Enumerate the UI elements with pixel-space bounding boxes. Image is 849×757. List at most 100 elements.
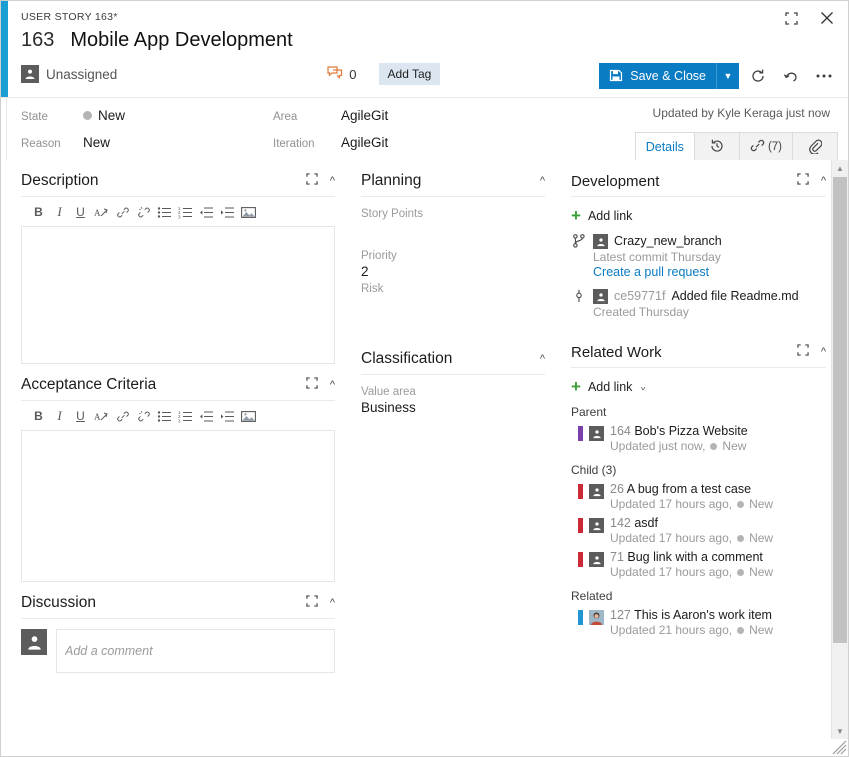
italic-icon[interactable]: I [50,203,69,221]
add-comment-input[interactable] [56,629,335,673]
bullet-list-icon[interactable] [155,203,174,221]
bullet-list-icon[interactable] [155,407,174,425]
related-work-item[interactable]: 26 A bug from a test case Updated 17 hou… [571,482,826,511]
reason-field[interactable]: Reason New [21,135,110,150]
value-area-field[interactable]: Value area Business [361,375,545,417]
outdent-icon[interactable] [197,407,216,425]
state-field[interactable]: State New [21,108,125,123]
maximize-icon[interactable] [780,7,802,29]
unlink-icon[interactable] [134,203,153,221]
story-points-label: Story Points [361,208,423,220]
discussion-count[interactable]: 0 [327,65,357,83]
collapse-chevron-up-icon[interactable]: ^ [330,379,335,391]
related-work-item-title[interactable]: Bob's Pizza Website [634,424,747,438]
development-add-link-button[interactable]: + Add link [571,197,826,224]
create-pull-request-link[interactable]: Create a pull request [593,265,826,279]
underline-icon[interactable]: U [71,407,90,425]
numbered-list-icon[interactable]: 123 [176,407,195,425]
refresh-icon[interactable] [744,63,772,89]
development-branch-name[interactable]: Crazy_new_branch [614,234,722,248]
related-work-item-title[interactable]: This is Aaron's work item [634,608,772,622]
development-branch-item[interactable]: Crazy_new_branch Latest commit Thursday … [571,232,826,279]
related-work-item-line: 26 A bug from a test case [610,482,826,496]
area-label: Area [273,111,298,123]
acceptance-criteria-input[interactable] [21,430,335,582]
development-commit-message[interactable]: Added file Readme.md [671,289,798,303]
expand-icon[interactable] [306,594,318,612]
related-work-item-updated: Updated 17 hours ago, [610,497,733,511]
related-work-item-title[interactable]: Bug link with a comment [627,550,762,564]
updated-by-text: Updated by Kyle Keraga just now [652,106,830,120]
expand-icon[interactable] [797,343,809,361]
collapse-chevron-up-icon[interactable]: ^ [330,597,335,609]
bold-icon[interactable]: B [29,203,48,221]
iteration-field[interactable]: Iteration AgileGit [273,135,388,150]
scroll-up-arrow-icon[interactable]: ▲ [832,160,848,176]
development-commit-item[interactable]: ce59771f Added file Readme.md Created Th… [571,287,826,319]
resize-grip-icon[interactable] [832,740,847,755]
related-work-item-meta: Updated just now, New [610,439,826,453]
story-points-value [361,222,545,239]
bold-icon[interactable]: B [29,407,48,425]
related-work-item[interactable]: 164 Bob's Pizza Website Updated just now… [571,424,826,453]
related-work-item-title[interactable]: A bug from a test case [627,482,751,496]
italic-icon[interactable]: I [50,407,69,425]
related-work-item[interactable]: 127 This is Aaron's work item Updated 21… [571,608,826,637]
breadcrumb[interactable]: USER STORY 163* [21,11,118,23]
related-work-add-link-button[interactable]: + Add link ^ [571,368,826,395]
description-input[interactable] [21,226,335,364]
image-icon[interactable] [239,407,258,425]
work-item-type-bar [578,518,583,533]
more-actions-icon[interactable] [810,63,838,89]
expand-icon[interactable] [306,172,318,190]
link-icon[interactable] [113,407,132,425]
acceptance-editor-toolbar: B I U A 123 [21,401,335,430]
area-field[interactable]: Area AgileGit [273,108,388,123]
expand-icon[interactable] [797,172,809,190]
state-value-wrap: New [83,108,125,123]
underline-icon[interactable]: U [71,203,90,221]
link-icon[interactable] [113,203,132,221]
save-and-close-button[interactable]: Save & Close [599,63,716,89]
tab-links[interactable]: (7) [738,132,793,161]
priority-field[interactable]: Priority 2 [361,239,545,281]
page-title[interactable]: Mobile App Development [70,29,292,52]
undo-icon[interactable] [777,63,805,89]
collapse-chevron-up-icon[interactable]: ^ [540,353,545,365]
numbered-list-icon[interactable]: 123 [176,203,195,221]
indent-icon[interactable] [218,407,237,425]
story-points-field[interactable]: Story Points [361,197,545,239]
tab-history[interactable] [693,132,740,161]
scrollbar-thumb[interactable] [833,177,847,643]
related-work-item-id: 142 [610,516,631,530]
close-icon[interactable] [816,7,838,29]
state-label: State [21,111,48,123]
related-work-item[interactable]: 142 asdf Updated 17 hours ago, New [571,516,826,545]
image-icon[interactable] [239,203,258,221]
risk-field[interactable]: Risk [361,281,545,314]
assigned-to-field[interactable]: Unassigned [21,65,117,83]
tab-details-label: Details [645,140,684,154]
clear-format-icon[interactable]: A [92,203,111,221]
collapse-chevron-up-icon[interactable]: ^ [821,346,826,358]
tab-attachments[interactable] [792,132,838,161]
outdent-icon[interactable] [197,203,216,221]
value-area-label: Value area [361,386,416,398]
related-work-item-title[interactable]: asdf [634,516,658,530]
discussion-composer [21,619,335,673]
add-tag-button[interactable]: Add Tag [378,63,441,85]
scroll-down-arrow-icon[interactable]: ▼ [832,723,848,739]
collapse-chevron-up-icon[interactable]: ^ [540,175,545,187]
unlink-icon[interactable] [134,407,153,425]
collapse-chevron-up-icon[interactable]: ^ [330,175,335,187]
chevron-down-icon[interactable]: ^ [641,382,645,392]
indent-icon[interactable] [218,203,237,221]
related-work-item-id: 164 [610,424,631,438]
collapse-chevron-up-icon[interactable]: ^ [821,175,826,187]
save-options-chevron-down-icon[interactable]: ▼ [716,63,739,89]
tab-details[interactable]: Details [634,132,695,161]
vertical-scrollbar[interactable]: ▲ ▼ [831,160,848,739]
related-work-item[interactable]: 71 Bug link with a comment Updated 17 ho… [571,550,826,579]
clear-format-icon[interactable]: A [92,407,111,425]
expand-icon[interactable] [306,376,318,394]
